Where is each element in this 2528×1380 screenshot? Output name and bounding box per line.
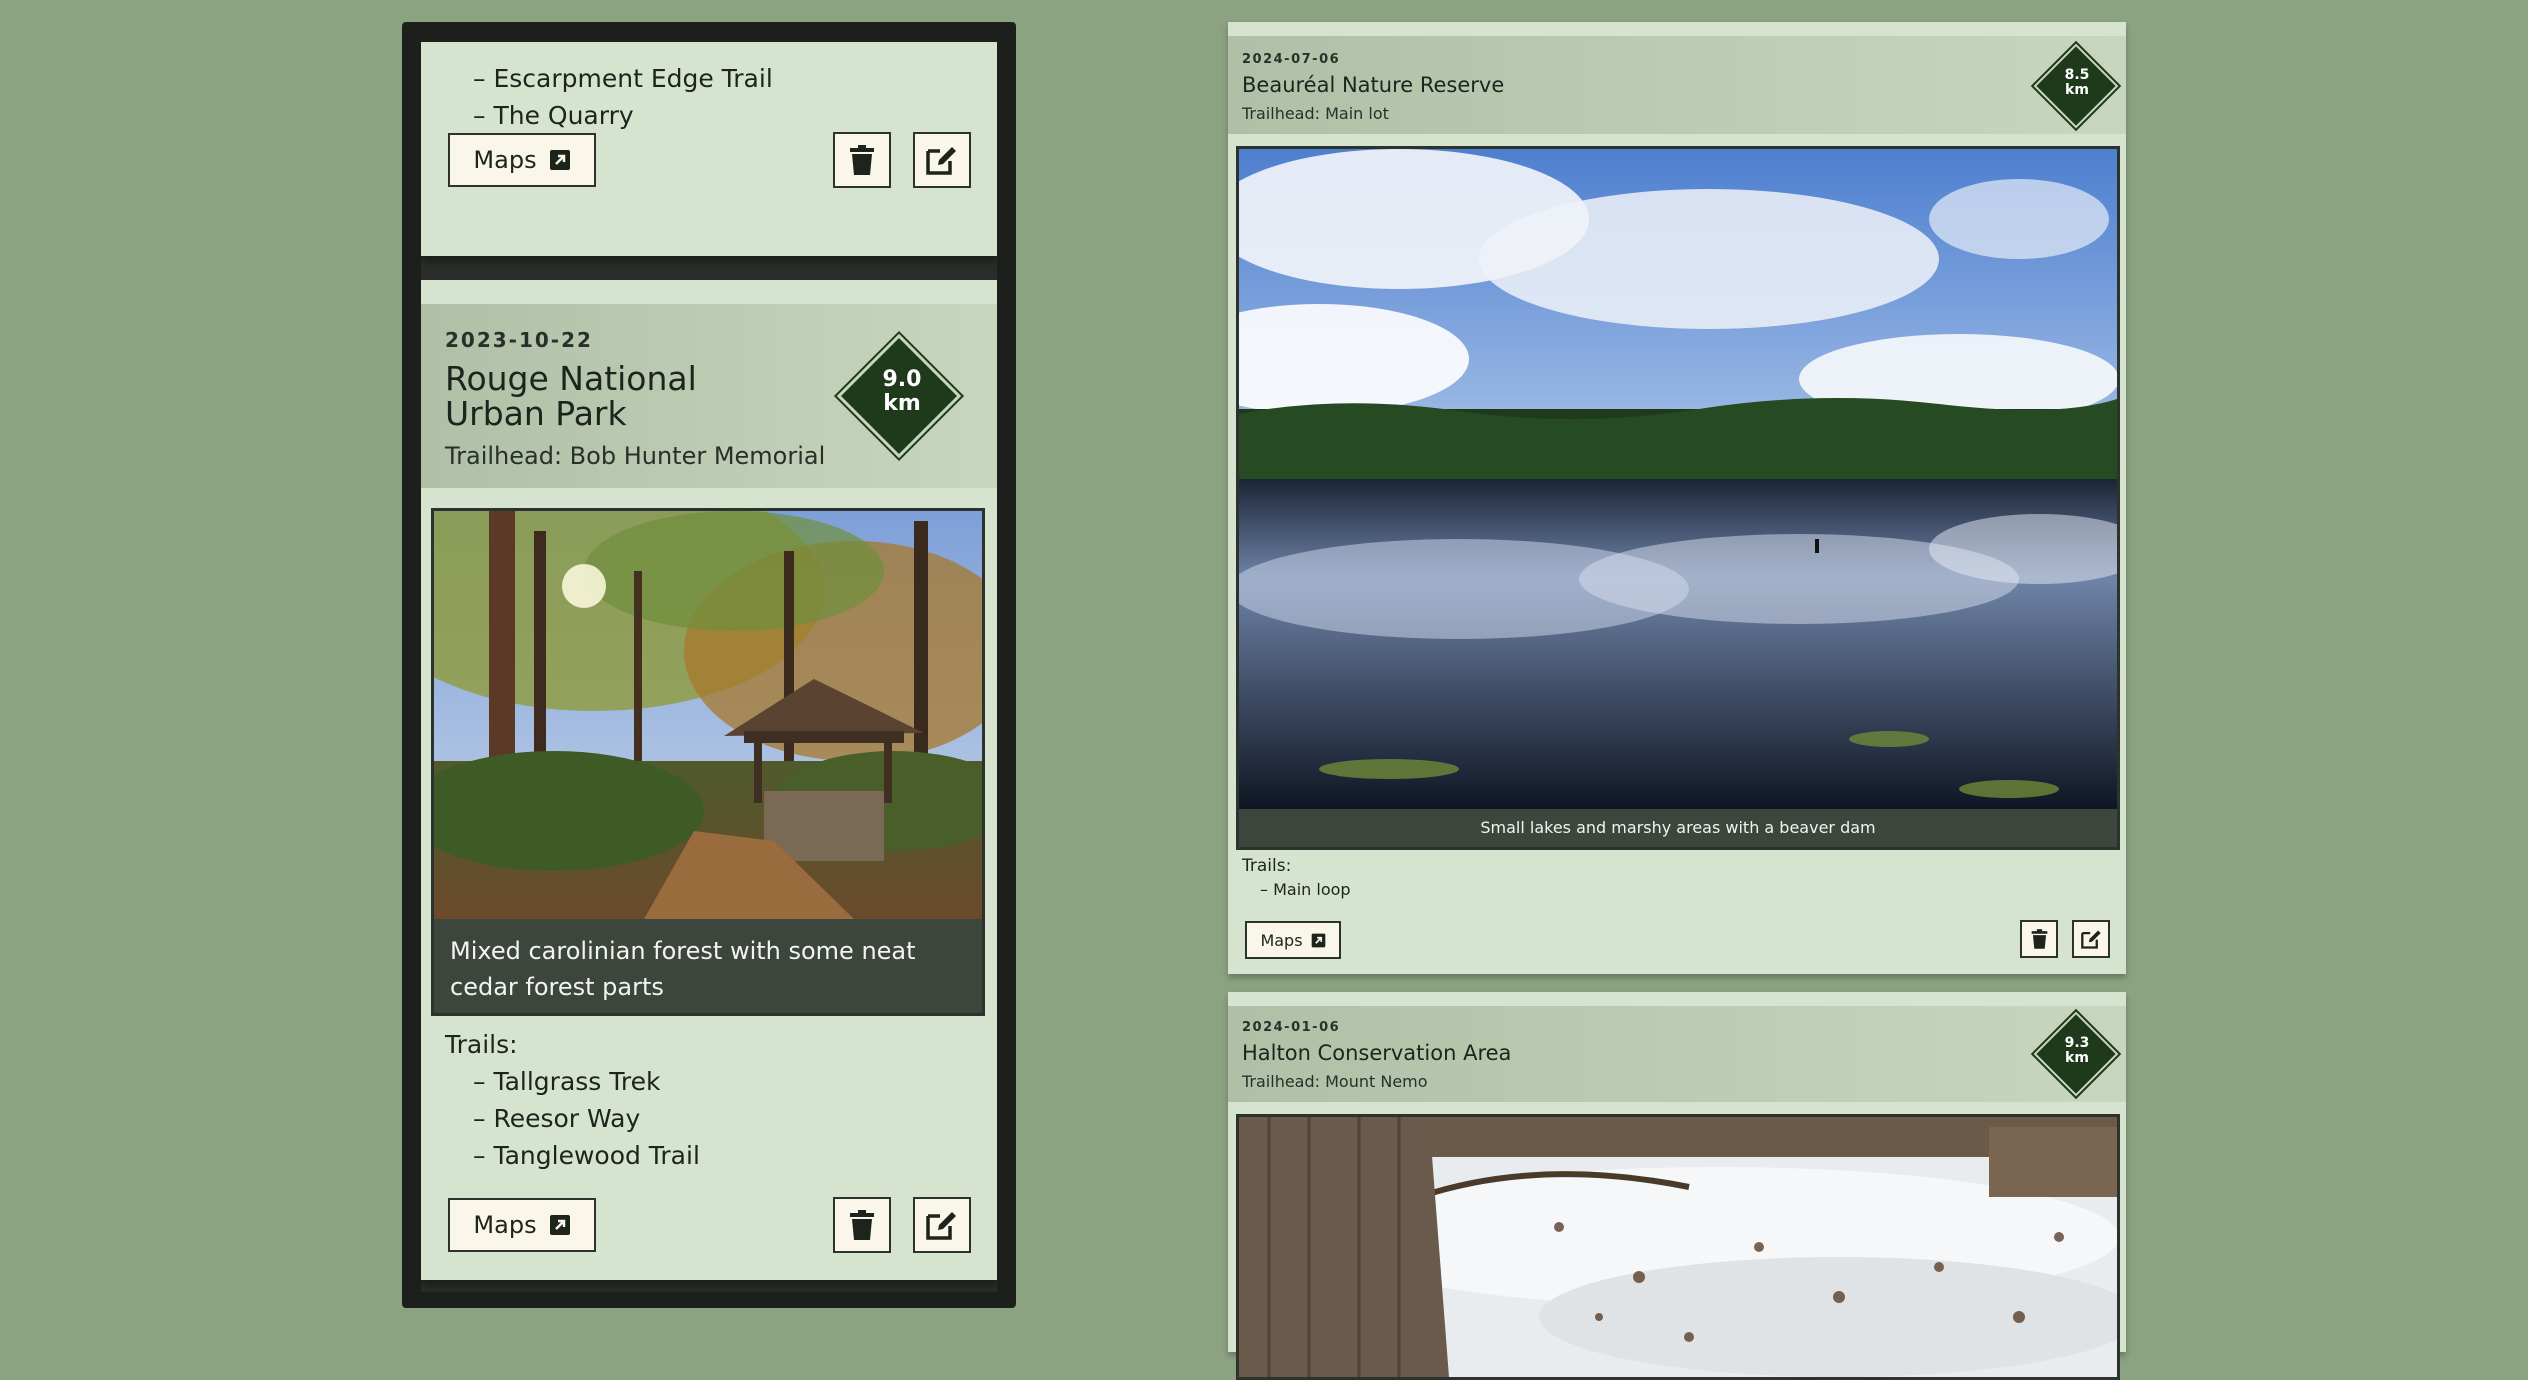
edit-icon (926, 1210, 958, 1240)
hike-date: 2024-07-06 (1242, 52, 1341, 67)
trailhead: Trailhead: Mount Nemo (1242, 1072, 1428, 1091)
distance-value: 9.3 (2064, 1035, 2090, 1051)
delete-button[interactable] (2020, 920, 2058, 958)
distance-unit: km (883, 391, 921, 417)
external-link-icon (549, 149, 571, 171)
distance-unit: km (2065, 1050, 2089, 1067)
mobile-frame: – Escarpment Edge Trail – The Quarry Map… (402, 22, 1016, 1308)
hike-title-line: Urban Park (445, 393, 627, 433)
distance-text: 8.5 km (2046, 67, 2108, 99)
trail-name: Tanglewood Trail (493, 1141, 700, 1170)
card-header: 2023-10-22 Rouge National Urban Park Tra… (421, 304, 997, 488)
distance-value: 9.0 (882, 367, 922, 392)
external-link-icon (549, 1214, 571, 1236)
delete-button[interactable] (833, 132, 891, 188)
hike-title: Beauréal Nature Reserve (1242, 73, 1505, 97)
hike-photo: Mixed carolinian forest with some neat c… (431, 508, 985, 1016)
trash-icon (849, 1210, 875, 1240)
forest-photo-image (434, 511, 982, 919)
hike-card-partial: – Escarpment Edge Trail – The Quarry Map… (421, 42, 997, 256)
trail-item: – The Quarry (473, 101, 634, 130)
trail-item: – Escarpment Edge Trail (473, 64, 773, 93)
delete-button[interactable] (833, 1197, 891, 1253)
hike-date: 2023-10-22 (445, 328, 593, 352)
hike-title: Halton Conservation Area (1242, 1041, 1512, 1065)
maps-label: Maps (1260, 930, 1303, 950)
trail-name: Escarpment Edge Trail (493, 64, 773, 93)
hike-title-line: Rouge National (445, 359, 697, 398)
hike-card: 2023-10-22 Rouge National Urban Park Tra… (421, 280, 997, 1280)
card-header: 2024-01-06 Halton Conservation Area Trai… (1228, 1006, 2126, 1102)
trailhead: Trailhead: Bob Hunter Memorial (445, 442, 826, 470)
external-link-icon (1311, 933, 1326, 948)
trails-label: Trails: (1242, 856, 1292, 876)
lake-photo-image (1239, 149, 2117, 809)
edit-icon (2080, 929, 2102, 949)
edit-button[interactable] (913, 132, 971, 188)
hike-title: Rouge National Urban Park (445, 359, 697, 433)
edit-button[interactable] (2072, 920, 2110, 958)
distance-value: 8.5 (2064, 67, 2090, 83)
photo-caption: Small lakes and marshy areas with a beav… (1239, 809, 2117, 847)
trash-icon (2031, 929, 2048, 949)
maps-button[interactable]: Maps (448, 1198, 596, 1252)
distance-text: 9.3 km (2046, 1035, 2108, 1067)
trails-label: Trails: (445, 1030, 518, 1059)
trail-name: Reesor Way (493, 1104, 641, 1133)
maps-label: Maps (473, 1211, 537, 1239)
snow-photo-image (1239, 1117, 2117, 1377)
hike-card: 2024-01-06 Halton Conservation Area Trai… (1228, 992, 2126, 1380)
hike-date: 2024-01-06 (1242, 1020, 1341, 1035)
trail-name: Main loop (1273, 880, 1351, 899)
maps-button[interactable]: Maps (448, 133, 596, 187)
maps-label: Maps (473, 146, 537, 174)
distance-text: 9.0 km (857, 367, 947, 417)
mobile-viewport[interactable]: – Escarpment Edge Trail – The Quarry Map… (421, 42, 997, 1292)
trash-icon (849, 145, 875, 175)
trail-name: The Quarry (493, 101, 634, 130)
trail-item: – Tanglewood Trail (473, 1141, 700, 1170)
distance-unit: km (2065, 82, 2089, 99)
maps-button[interactable]: Maps (1245, 921, 1341, 959)
hike-photo (1236, 1114, 2120, 1380)
edit-button[interactable] (913, 1197, 971, 1253)
trailhead: Trailhead: Main lot (1242, 104, 1389, 123)
hike-card: 2024-07-06 Beauréal Nature Reserve Trail… (1228, 22, 2126, 974)
trail-item: – Tallgrass Trek (473, 1067, 661, 1096)
trail-item: – Main loop (1260, 880, 1351, 899)
edit-icon (926, 145, 958, 175)
card-header: 2024-07-06 Beauréal Nature Reserve Trail… (1228, 36, 2126, 134)
hike-photo: Small lakes and marshy areas with a beav… (1236, 146, 2120, 850)
trail-item: – Reesor Way (473, 1104, 641, 1133)
trail-name: Tallgrass Trek (493, 1067, 661, 1096)
photo-caption: Mixed carolinian forest with some neat c… (434, 919, 982, 1013)
